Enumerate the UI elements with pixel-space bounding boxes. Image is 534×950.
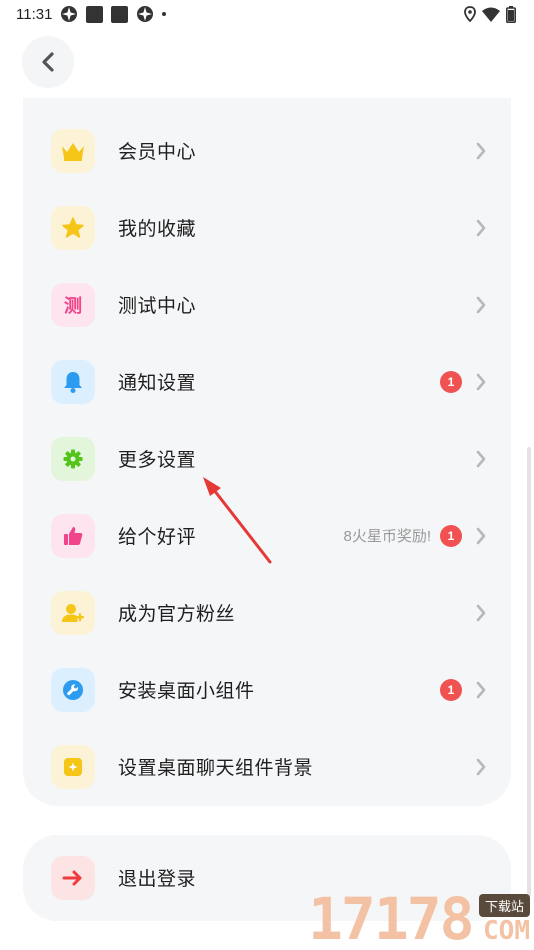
- menu-item-more-settings[interactable]: 更多设置: [23, 420, 511, 497]
- bell-icon: [51, 359, 95, 404]
- chevron-right-icon: [476, 142, 486, 159]
- unread-badge: 1: [440, 678, 462, 701]
- menu-item-install-widget[interactable]: 安装桌面小组件 1: [23, 651, 511, 728]
- watermark-logo: 17178 下载站 COM: [308, 886, 534, 950]
- menu-item-official-fan[interactable]: 成为官方粉丝: [23, 574, 511, 651]
- pinwheel-icon: [61, 6, 78, 22]
- test-icon: 测: [51, 282, 95, 327]
- menu-item-label: 成为官方粉丝: [118, 604, 236, 625]
- watermark-number: 17178: [308, 885, 475, 950]
- unread-badge: 1: [440, 524, 462, 547]
- user-add-icon: [51, 590, 95, 635]
- menu-item-chat-widget-background[interactable]: 设置桌面聊天组件背景: [23, 728, 511, 805]
- menu-item-label: 测试中心: [118, 296, 197, 317]
- battery-icon: [506, 5, 516, 23]
- wrench-icon: [51, 667, 95, 712]
- gear-icon: [51, 436, 95, 481]
- back-button[interactable]: [22, 36, 74, 88]
- app-notification-icon: [86, 5, 104, 23]
- menu-item-rate-us[interactable]: 给个好评 8火星币奖励! 1: [23, 497, 511, 574]
- chevron-right-icon: [476, 296, 486, 313]
- chevron-right-icon: [476, 219, 486, 236]
- status-bar: 11:31: [0, 0, 534, 28]
- menu-item-label: 安装桌面小组件: [118, 681, 255, 702]
- menu-item-label: 会员中心: [118, 142, 197, 163]
- chevron-right-icon: [476, 604, 486, 621]
- menu-item-label: 设置桌面聊天组件背景: [118, 758, 314, 779]
- crown-icon: [51, 128, 95, 173]
- unread-badge: 1: [440, 370, 462, 393]
- menu-item-label: 给个好评: [118, 527, 197, 548]
- chevron-right-icon: [476, 450, 486, 467]
- chevron-left-icon: [42, 52, 54, 72]
- chevron-right-icon: [476, 527, 486, 544]
- menu-item-vip-center[interactable]: 会员中心: [23, 112, 511, 189]
- pinwheel-icon: [137, 6, 154, 22]
- location-icon: [464, 6, 476, 22]
- reward-note: 8火星币奖励!: [343, 528, 431, 545]
- menu-item-test-center[interactable]: 测 测试中心: [23, 266, 511, 343]
- menu-item-label: 通知设置: [118, 373, 197, 394]
- star-icon: [51, 205, 95, 250]
- app-notification-icon: [111, 5, 129, 23]
- status-time: 11:31: [16, 5, 53, 23]
- chevron-right-icon: [476, 373, 486, 390]
- menu-item-label: 我的收藏: [118, 219, 197, 240]
- settings-menu-card: 会员中心 我的收藏 测 测试中心 通知设置 1 更多设置 给个好评 8火星币奖励…: [23, 98, 511, 806]
- watermark-domain: COM: [483, 916, 530, 946]
- watermark-tag: 下载站: [478, 894, 530, 917]
- image-icon: [51, 744, 95, 789]
- scrollbar[interactable]: [527, 447, 531, 897]
- menu-item-notification-settings[interactable]: 通知设置 1: [23, 343, 511, 420]
- thumbs-up-icon: [51, 513, 95, 558]
- chevron-right-icon: [476, 758, 486, 775]
- logout-label: 退出登录: [118, 869, 197, 890]
- menu-item-favorites[interactable]: 我的收藏: [23, 189, 511, 266]
- logout-arrow-icon: [51, 855, 95, 900]
- wifi-icon: [482, 7, 500, 22]
- test-icon-glyph: 测: [64, 295, 82, 316]
- chevron-right-icon: [476, 681, 486, 698]
- more-notifications-dot: [162, 12, 167, 16]
- menu-item-label: 更多设置: [118, 450, 197, 471]
